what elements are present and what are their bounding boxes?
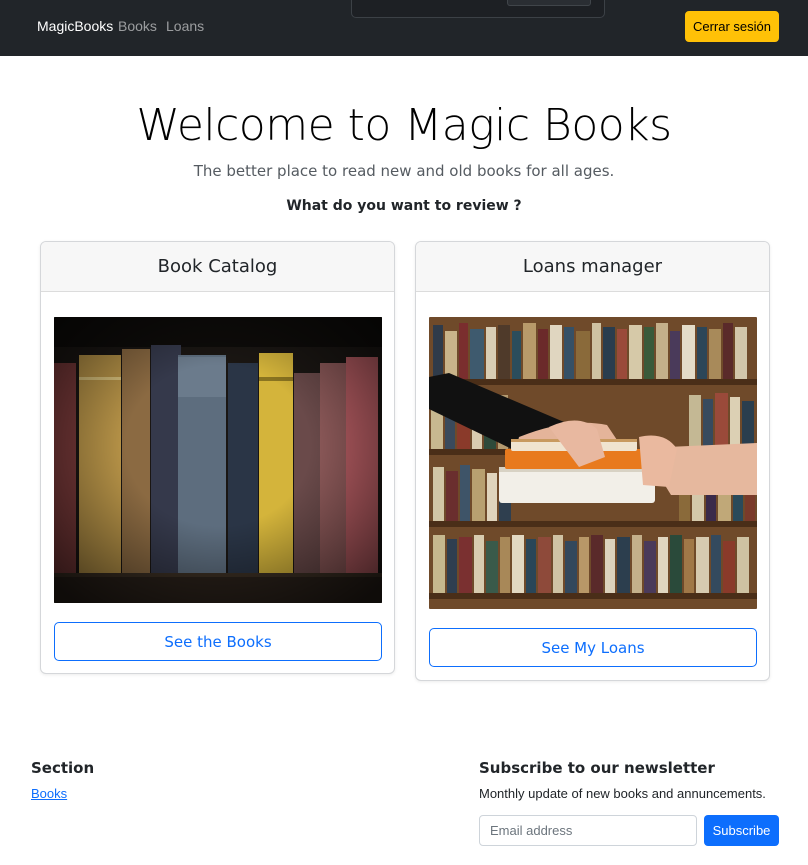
email-input[interactable] xyxy=(479,815,697,846)
loans-manager-card: Loans manager See My Loans xyxy=(415,241,770,681)
page-lead: The better place to read new and old boo… xyxy=(193,162,615,180)
footer-section-title: Section xyxy=(31,759,95,777)
footer-link-books[interactable]: Books xyxy=(31,786,67,801)
page-title: Welcome to Magic Books xyxy=(136,100,672,151)
review-question: What do you want to review ? xyxy=(286,198,522,214)
logout-button[interactable]: Cerrar sesión xyxy=(685,11,779,42)
floating-panel-button[interactable] xyxy=(507,0,591,6)
card-header: Loans manager xyxy=(416,242,769,292)
see-loans-button[interactable]: See My Loans xyxy=(429,628,757,667)
nav-link-loans[interactable]: Loans xyxy=(166,18,204,34)
books-on-shelf-image xyxy=(54,317,382,603)
navbar: MagicBooks Books Loans Cerrar sesión xyxy=(0,0,808,56)
floating-panel xyxy=(351,0,605,18)
subscribe-button[interactable]: Subscribe xyxy=(704,815,779,846)
hands-exchanging-books-image xyxy=(429,317,757,609)
newsletter-description: Monthly update of new books and annuncem… xyxy=(479,786,766,801)
card-header: Book Catalog xyxy=(41,242,394,292)
book-catalog-card: Book Catalog See the Books xyxy=(40,241,395,674)
brand-link[interactable]: MagicBooks xyxy=(37,18,113,34)
nav-link-books[interactable]: Books xyxy=(118,18,157,34)
see-books-button[interactable]: See the Books xyxy=(54,622,382,661)
newsletter-title: Subscribe to our newsletter xyxy=(479,759,715,777)
